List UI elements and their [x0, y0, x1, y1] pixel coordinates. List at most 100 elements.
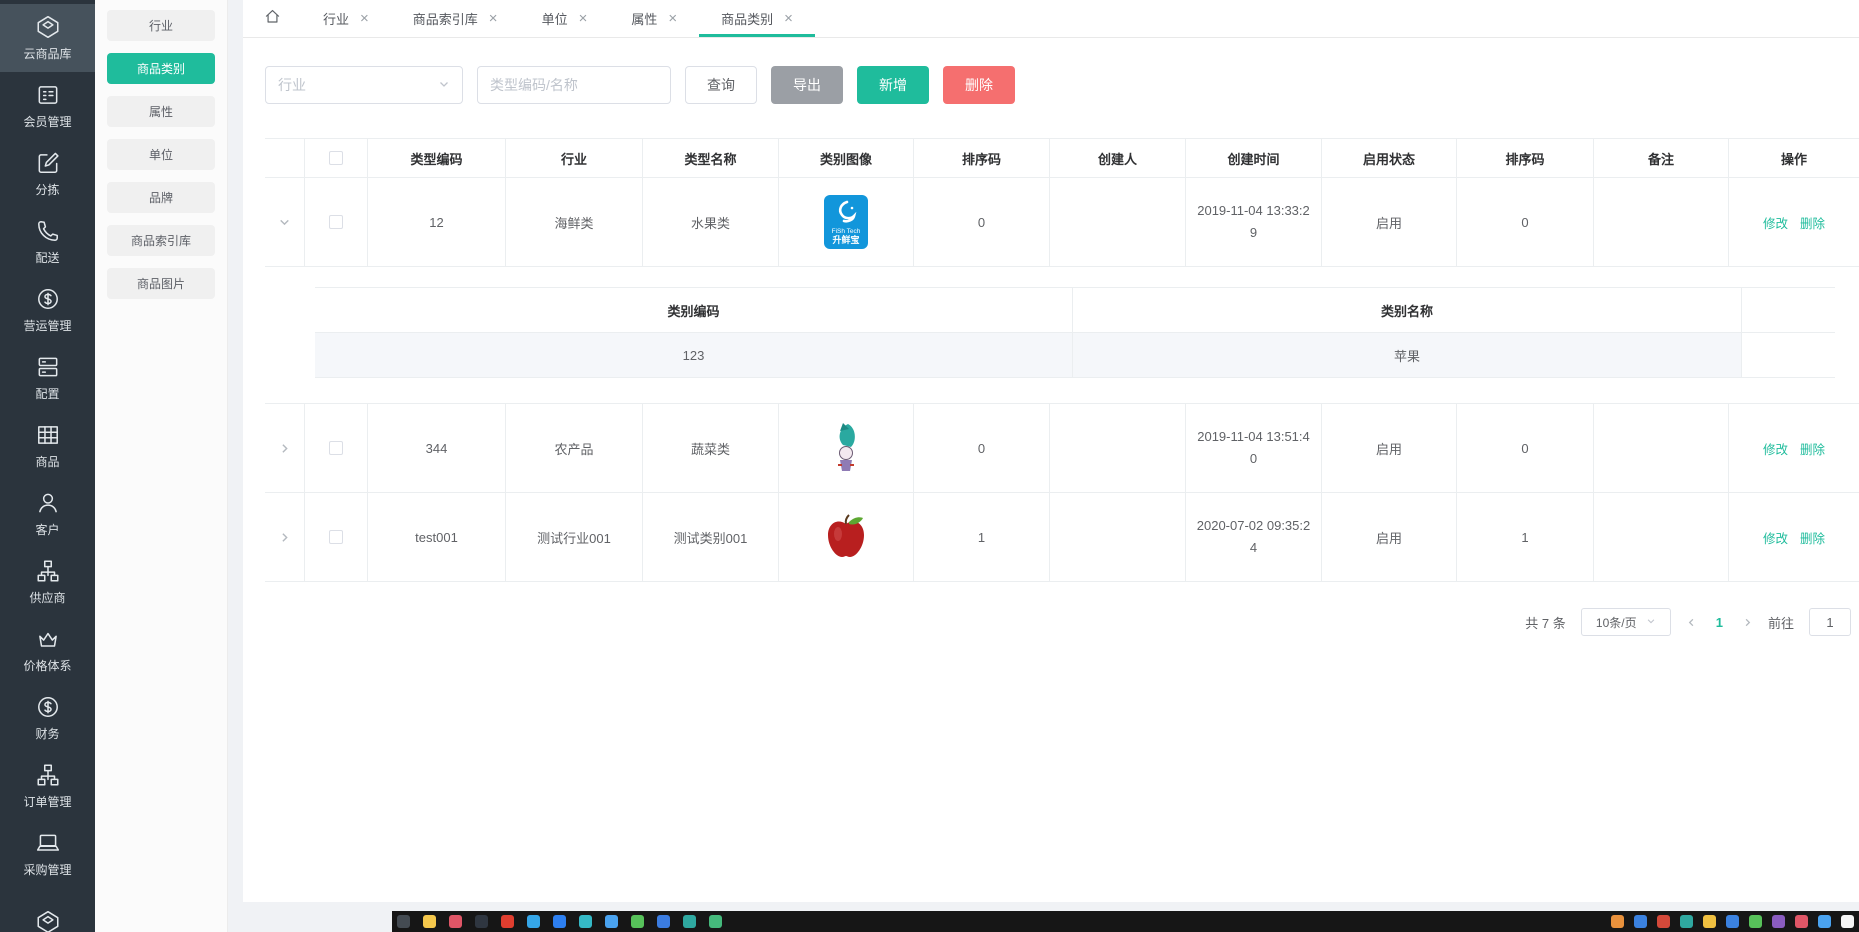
home-tab[interactable] [243, 0, 301, 37]
column-header: 操作 [1729, 139, 1859, 177]
category-table: 类型编码行业类型名称类别图像排序码创建人创建时间启用状态排序码备注操作 12海鲜… [265, 138, 1859, 582]
tab-industry[interactable]: 行业× [301, 0, 391, 37]
taskbar-app-icon[interactable] [709, 915, 722, 928]
page-size-select[interactable]: 10条/页 [1581, 608, 1671, 636]
taskbar-app-icon[interactable] [1818, 915, 1831, 928]
menu-item-industry[interactable]: 行业 [107, 10, 215, 41]
sidebar-item-product[interactable]: 商品 [0, 412, 95, 480]
taskbar-app-icon[interactable] [1634, 915, 1647, 928]
taskbar-app-icon[interactable] [631, 915, 644, 928]
close-icon[interactable]: × [360, 11, 369, 26]
export-button[interactable]: 导出 [771, 66, 843, 104]
close-icon[interactable]: × [579, 11, 588, 26]
collapse-row-button[interactable] [278, 215, 292, 229]
sidebar-item-operations-management[interactable]: 营运管理 [0, 276, 95, 344]
close-icon[interactable]: × [489, 11, 498, 26]
goto-page-input[interactable] [1809, 608, 1851, 636]
taskbar-app-icon[interactable] [1841, 915, 1854, 928]
menu-item-unit[interactable]: 单位 [107, 139, 215, 170]
row-checkbox[interactable] [329, 215, 343, 229]
taskbar-app-icon[interactable] [1657, 915, 1670, 928]
delete-link[interactable]: 删除 [1800, 439, 1825, 458]
taskbar-app-icon[interactable] [553, 915, 566, 928]
select-all-checkbox[interactable] [329, 151, 343, 165]
industry-select[interactable]: 行业 [265, 66, 463, 104]
sidebar-item-member-management[interactable]: 会员管理 [0, 72, 95, 140]
sidebar-item-finance[interactable]: 财务 [0, 684, 95, 752]
goto-label: 前往 [1768, 613, 1794, 632]
page-number[interactable]: 1 [1712, 615, 1727, 630]
next-page-button[interactable] [1742, 617, 1753, 628]
tab-product-category[interactable]: 商品类别× [699, 0, 815, 37]
taskbar-app-icon[interactable] [475, 915, 488, 928]
menu-item-product-index-library[interactable]: 商品索引库 [107, 225, 215, 256]
menu-item-product-image[interactable]: 商品图片 [107, 268, 215, 299]
taskbar-app-icon[interactable] [423, 915, 436, 928]
search-input[interactable] [477, 66, 671, 104]
expand-row-button[interactable] [278, 441, 292, 455]
taskbar-app-icon[interactable] [1726, 915, 1739, 928]
row-checkbox[interactable] [329, 441, 343, 455]
primary-sidebar: 云商品库会员管理分拣配送营运管理配置商品客户供应商价格体系财务订单管理采购管理 [0, 0, 95, 932]
tab-list: 行业×商品索引库×单位×属性×商品类别× [301, 0, 815, 37]
taskbar-app-icon[interactable] [683, 915, 696, 928]
tab-unit[interactable]: 单位 × [520, 0, 610, 37]
select-all-cell [305, 139, 368, 177]
org-icon [35, 558, 61, 584]
taskbar-app-icon[interactable] [579, 915, 592, 928]
member-card-icon [35, 82, 61, 108]
taskbar-app-icon[interactable] [449, 915, 462, 928]
taskbar-app-icon[interactable] [527, 915, 540, 928]
sidebar-item-price-system[interactable]: 价格体系 [0, 616, 95, 684]
cell-type-code: 12 [368, 178, 506, 266]
svg-text:FiSh Tech: FiSh Tech [832, 228, 861, 235]
taskbar-app-icon[interactable] [1749, 915, 1762, 928]
cell-industry: 测试行业001 [506, 493, 643, 581]
menu-item-brand[interactable]: 品牌 [107, 182, 215, 213]
sidebar-item-supplier[interactable]: 供应商 [0, 548, 95, 616]
sidebar-item-delivery[interactable]: 配送 [0, 208, 95, 276]
cell-type-name: 测试类别001 [643, 493, 779, 581]
taskbar-app-icon[interactable] [1611, 915, 1624, 928]
expand-row-button[interactable] [278, 530, 292, 544]
edit-link[interactable]: 修改 [1763, 528, 1788, 547]
tab-attribute[interactable]: 属性× [609, 0, 699, 37]
delete-link[interactable]: 删除 [1800, 213, 1825, 232]
tab-label: 单位 [542, 9, 568, 28]
sidebar-item-cloud-product-library[interactable]: 云商品库 [0, 4, 95, 72]
row-checkbox[interactable] [329, 530, 343, 544]
column-header: 创建人 [1050, 139, 1186, 177]
sub-table: 类别编码类别名称123苹果 [315, 287, 1835, 378]
taskbar-app-icon[interactable] [657, 915, 670, 928]
cartoon-mascot-image [828, 421, 864, 475]
taskbar-app-icon[interactable] [605, 915, 618, 928]
taskbar-app-icon[interactable] [1795, 915, 1808, 928]
grid-icon [35, 422, 61, 448]
edit-link[interactable]: 修改 [1763, 439, 1788, 458]
sidebar-item-customer[interactable]: 客户 [0, 480, 95, 548]
query-button[interactable]: 查询 [685, 66, 757, 104]
sidebar-item-partial-bottom[interactable] [0, 888, 95, 932]
sidebar-item-sorting[interactable]: 分拣 [0, 140, 95, 208]
secondary-sidebar: 行业商品类别属性单位品牌商品索引库商品图片 [95, 0, 228, 932]
delete-button[interactable]: 删除 [943, 66, 1015, 104]
taskbar-app-icon[interactable] [1703, 915, 1716, 928]
delete-link[interactable]: 删除 [1800, 528, 1825, 547]
tab-product-index-library[interactable]: 商品索引库× [391, 0, 520, 37]
menu-item-product-category[interactable]: 商品类别 [107, 53, 215, 84]
prev-page-button[interactable] [1686, 617, 1697, 628]
edit-link[interactable]: 修改 [1763, 213, 1788, 232]
column-header: 备注 [1594, 139, 1729, 177]
sidebar-item-purchase-management[interactable]: 采购管理 [0, 820, 95, 888]
taskbar-app-icon[interactable] [397, 915, 410, 928]
taskbar-app-icon[interactable] [1680, 915, 1693, 928]
taskbar-app-icon[interactable] [501, 915, 514, 928]
menu-item-attribute[interactable]: 属性 [107, 96, 215, 127]
add-button[interactable]: 新增 [857, 66, 929, 104]
sidebar-item-configuration[interactable]: 配置 [0, 344, 95, 412]
taskbar-app-icon[interactable] [1772, 915, 1785, 928]
sidebar-item-label: 配置 [35, 385, 59, 402]
sidebar-item-order-management[interactable]: 订单管理 [0, 752, 95, 820]
close-icon[interactable]: × [668, 11, 677, 26]
close-icon[interactable]: × [784, 11, 793, 26]
